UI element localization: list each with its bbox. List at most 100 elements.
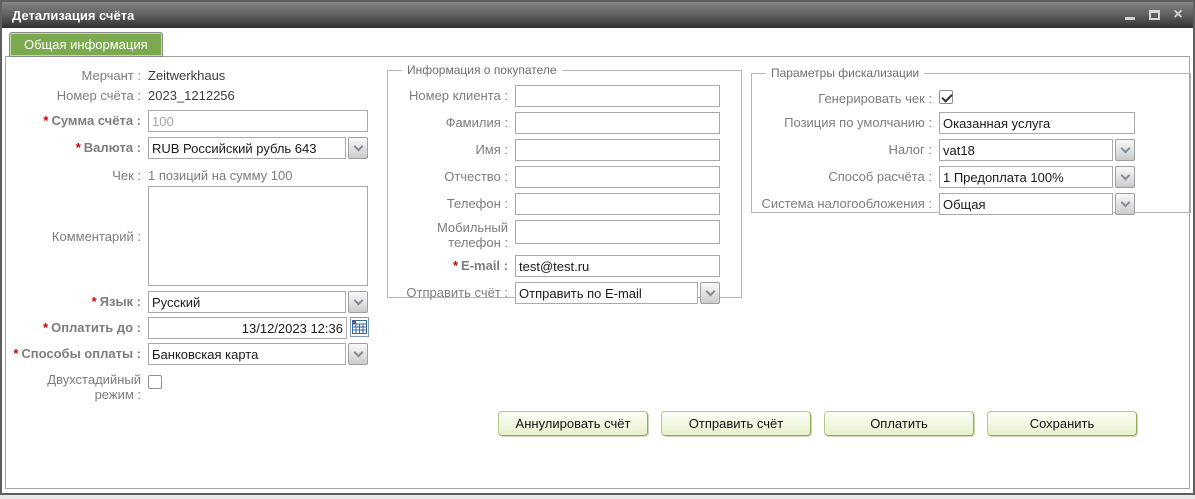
language-selected-value: Русский (148, 291, 346, 313)
chevron-down-icon (353, 295, 363, 305)
tax-system-selected-value: Общая (939, 193, 1113, 215)
receipt-value: 1 позиций на сумму 100 (148, 165, 292, 183)
mobile-phone-row: Мобильный телефон : (394, 220, 735, 250)
tax-dropdown-trigger[interactable] (1115, 139, 1135, 161)
phone-input[interactable] (515, 193, 720, 215)
window-controls: × (1123, 8, 1185, 22)
chevron-down-icon (1120, 170, 1130, 180)
invoice-number-row: Номер счёта : 2023_1212256 (8, 85, 380, 103)
calc-method-select[interactable]: 1 Предоплата 100% (939, 166, 1135, 188)
close-button[interactable]: × (1171, 8, 1185, 22)
send-invoice-select[interactable]: Отправить по E-mail (515, 282, 720, 304)
comment-label: Комментарий : (8, 229, 148, 244)
calendar-button[interactable] (350, 317, 369, 337)
chevron-down-icon (705, 286, 715, 296)
middle-name-row: Отчество : (394, 166, 735, 188)
last-name-row: Фамилия : (394, 112, 735, 134)
last-name-input[interactable] (515, 112, 720, 134)
pay-before-date-input[interactable] (148, 317, 347, 339)
close-icon: × (1173, 8, 1182, 22)
save-button[interactable]: Сохранить (987, 411, 1137, 436)
first-name-label: Имя : (394, 139, 515, 161)
send-invoice-selected-value: Отправить по E-mail (515, 282, 698, 304)
pay-methods-dropdown-trigger[interactable] (348, 343, 368, 365)
two-stage-checkbox[interactable] (148, 375, 162, 389)
generate-check-checkbox[interactable] (939, 90, 953, 104)
pay-methods-select[interactable]: Банковская карта (148, 343, 368, 365)
mobile-phone-input[interactable] (515, 220, 720, 244)
comment-row: Комментарий : (8, 186, 380, 286)
minimize-button[interactable] (1123, 8, 1137, 22)
maximize-icon (1149, 10, 1160, 20)
currency-selected-value: RUB Российский рубль 643 (148, 137, 346, 159)
currency-row: *Валюта : RUB Российский рубль 643 (8, 137, 380, 159)
two-stage-label: Двухстадийный режим : (8, 369, 148, 402)
buyer-info-fieldset: Информация о покупателе Номер клиента : … (387, 63, 742, 298)
calc-method-row: Способ расчёта : 1 Предоплата 100% (758, 166, 1184, 188)
general-info-panel: Мерчант : Zeitwerkhaus Номер счёта : 202… (5, 56, 1190, 489)
default-position-label: Позиция по умолчанию : (758, 112, 939, 134)
window-title: Детализация счёта (12, 8, 1123, 23)
pay-methods-selected-value: Банковская карта (148, 343, 346, 365)
invoice-number-label: Номер счёта : (8, 85, 148, 103)
invoice-detail-dialog: Детализация счёта × Общая информация Мер… (0, 0, 1195, 495)
email-label: *E-mail : (394, 255, 515, 277)
phone-row: Телефон : (394, 193, 735, 215)
amount-label: *Сумма счёта : (8, 110, 148, 132)
tax-selected-value: vat18 (939, 139, 1113, 161)
middle-name-input[interactable] (515, 166, 720, 188)
tax-row: Налог : vat18 (758, 139, 1184, 161)
send-invoice-label: Отправить счёт : (394, 282, 515, 304)
tax-system-select[interactable]: Общая (939, 193, 1135, 215)
tax-system-label: Система налогообложения : (758, 193, 939, 215)
tax-label: Налог : (758, 139, 939, 161)
chevron-down-icon (1120, 197, 1130, 207)
tax-system-dropdown-trigger[interactable] (1115, 193, 1135, 215)
fiscal-params-fieldset: Параметры фискализации Генерировать чек … (751, 66, 1191, 213)
currency-select[interactable]: RUB Российский рубль 643 (148, 137, 368, 159)
cancel-invoice-button[interactable]: Аннулировать счёт (498, 411, 648, 436)
send-invoice-button[interactable]: Отправить счёт (661, 411, 811, 436)
email-input[interactable] (515, 255, 720, 277)
tax-select[interactable]: vat18 (939, 139, 1135, 161)
merchant-row: Мерчант : Zeitwerkhaus (8, 65, 380, 83)
minimize-icon (1125, 17, 1135, 20)
pay-button[interactable]: Оплатить (824, 411, 974, 436)
calc-method-dropdown-trigger[interactable] (1115, 166, 1135, 188)
language-dropdown-trigger[interactable] (348, 291, 368, 313)
language-select[interactable]: Русский (148, 291, 368, 313)
first-name-row: Имя : (394, 139, 735, 161)
tax-system-row: Система налогообложения : Общая (758, 193, 1184, 215)
required-marker: * (453, 258, 458, 273)
calc-method-label: Способ расчёта : (758, 166, 939, 188)
required-marker: * (76, 140, 81, 155)
required-marker: * (92, 294, 97, 309)
merchant-label: Мерчант : (8, 65, 148, 83)
required-marker: * (43, 113, 48, 128)
chevron-down-icon (353, 347, 363, 357)
client-number-label: Номер клиента : (394, 85, 515, 107)
calendar-icon (352, 320, 367, 334)
default-position-input[interactable] (939, 112, 1135, 134)
middle-name-label: Отчество : (394, 166, 515, 188)
pay-before-field (148, 317, 369, 339)
amount-input[interactable] (148, 110, 368, 132)
comment-textarea[interactable] (148, 186, 368, 286)
send-invoice-dropdown-trigger[interactable] (700, 282, 720, 304)
invoice-section: Мерчант : Zeitwerkhaus Номер счёта : 202… (8, 65, 380, 407)
maximize-button[interactable] (1147, 8, 1161, 22)
required-marker: * (43, 320, 48, 335)
first-name-input[interactable] (515, 139, 720, 161)
footer-actions: Аннулировать счёт Отправить счёт Оплатит… (6, 411, 1189, 436)
client-number-input[interactable] (515, 85, 720, 107)
last-name-label: Фамилия : (394, 112, 515, 134)
email-row: *E-mail : (394, 255, 735, 277)
merchant-value: Zeitwerkhaus (148, 65, 225, 83)
generate-check-label: Генерировать чек : (758, 88, 939, 106)
buyer-info-legend: Информация о покупателе (402, 63, 562, 77)
invoice-number-value: 2023_1212256 (148, 85, 235, 103)
language-label: *Язык : (8, 291, 148, 313)
currency-dropdown-trigger[interactable] (348, 137, 368, 159)
generate-check-row: Генерировать чек : (758, 88, 1184, 106)
tab-general-info[interactable]: Общая информация (9, 32, 163, 57)
